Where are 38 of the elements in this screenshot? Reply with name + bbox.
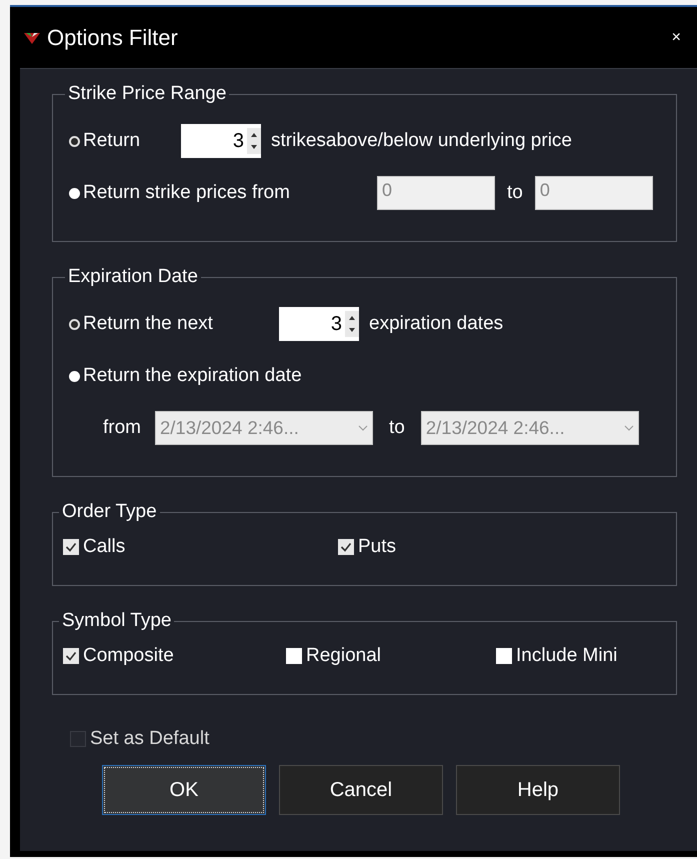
range-label: to (507, 182, 523, 204)
checkbox-label: Include Mini (516, 645, 618, 667)
group-title: Expiration Date (67, 266, 199, 288)
radio-label: Return (83, 130, 142, 152)
checkbox-label: Calls (83, 536, 126, 558)
dialog-button[interactable]: OK (102, 765, 266, 815)
checkbox[interactable] (338, 539, 354, 555)
checkbox[interactable] (496, 648, 512, 664)
checkbox[interactable] (63, 648, 79, 664)
radio-button[interactable] (69, 136, 80, 146)
chevron-down-icon (358, 425, 368, 431)
radio-label: Return strike prices from (83, 182, 291, 204)
close-button[interactable]: × (668, 28, 685, 46)
group-title: Order Type (61, 501, 158, 523)
range-label: to (389, 417, 405, 439)
number-spinner[interactable]: 3 (279, 307, 359, 341)
checkbox-label: Regional (306, 645, 381, 667)
window-title: Options Filter (47, 24, 179, 50)
radio-label: Return the next (83, 313, 214, 335)
field-suffix: strikesabove/below underlying price (271, 130, 572, 152)
checkbox[interactable] (286, 648, 302, 664)
radio-button[interactable] (69, 318, 80, 330)
range-label: from (103, 417, 141, 439)
dialog-button[interactable]: Help (456, 765, 620, 815)
spin-arrows-icon[interactable] (345, 311, 359, 337)
checkbox-label: Composite (83, 645, 174, 667)
chevron-down-icon (624, 425, 634, 431)
app-logo-icon (23, 30, 41, 44)
checkbox[interactable] (63, 539, 79, 555)
spin-arrows-icon[interactable] (247, 128, 261, 154)
dialog-button[interactable]: Cancel (279, 765, 443, 815)
number-spinner[interactable]: 3 (181, 124, 261, 158)
checkbox-label: Puts (358, 536, 396, 558)
radio-label: Return the expiration date (83, 365, 302, 387)
group-title: Symbol Type (61, 610, 172, 632)
checkbox-label: Set as Default (90, 728, 210, 750)
field-suffix: expiration dates (369, 313, 504, 335)
group-title: Strike Price Range (67, 83, 228, 105)
